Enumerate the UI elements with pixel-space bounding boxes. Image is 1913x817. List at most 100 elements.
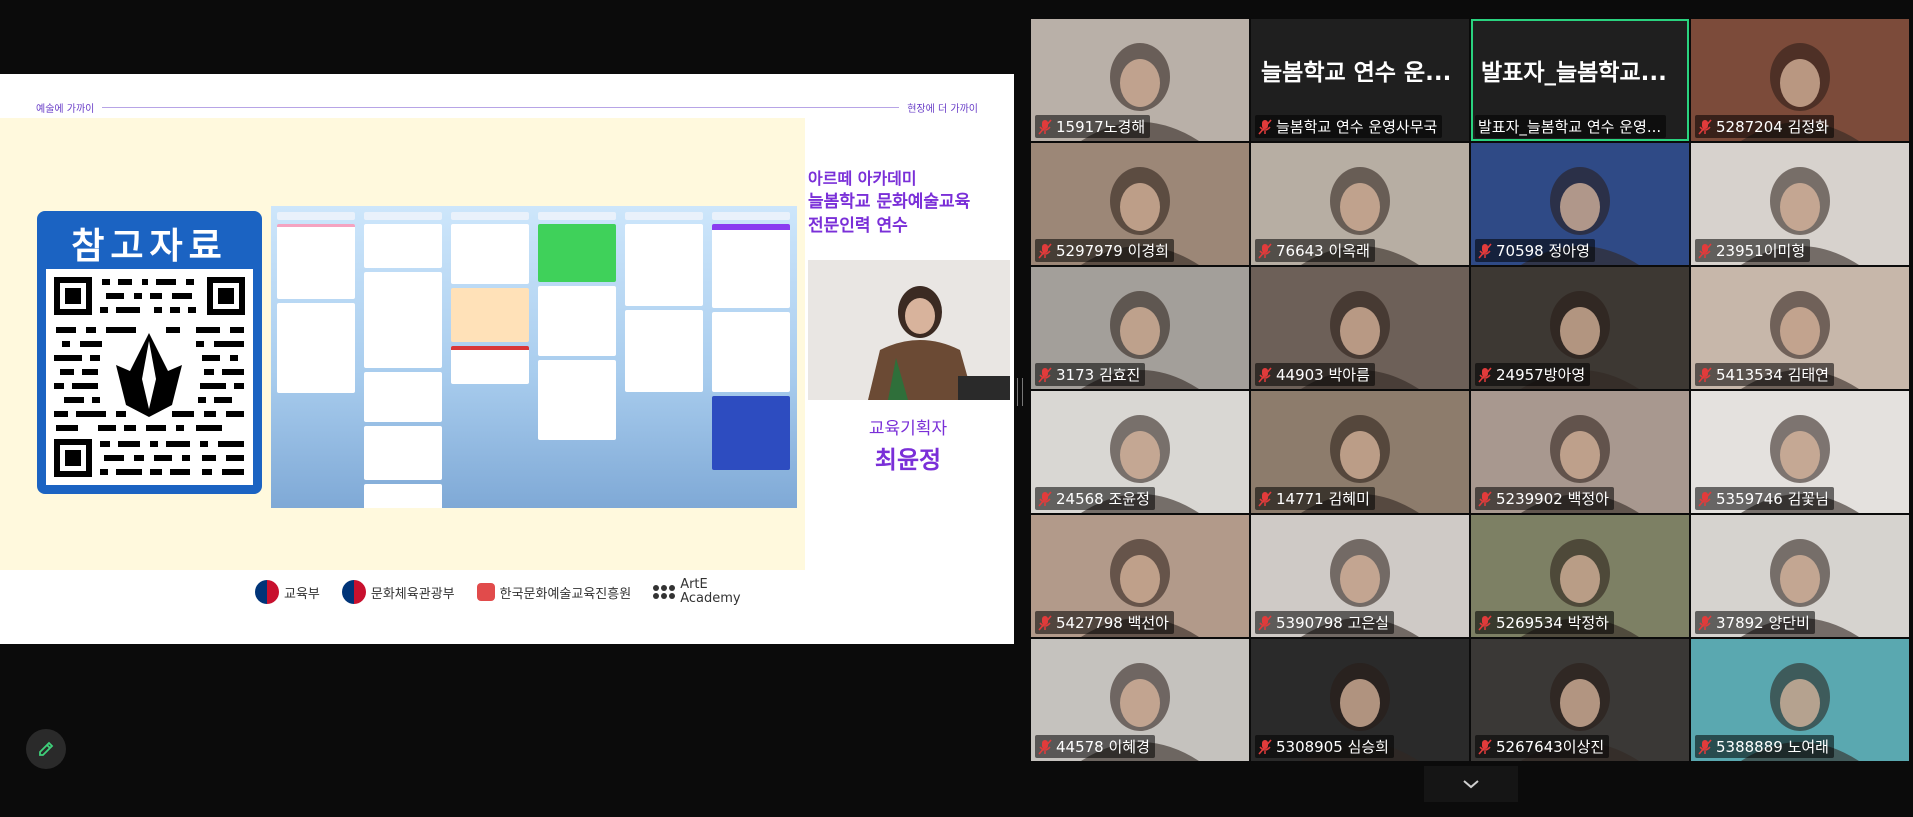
- mic-muted-icon: [1258, 738, 1272, 755]
- slide-top-divider: [102, 106, 900, 108]
- participant-tile[interactable]: 5390798 고은실: [1251, 515, 1469, 637]
- participant-label: 76643 이옥래: [1255, 239, 1375, 262]
- mic-muted-icon: [1478, 738, 1492, 755]
- qr-code: [46, 269, 253, 485]
- participant-name: 44903 박아름: [1276, 366, 1370, 384]
- pencil-icon: [39, 741, 54, 756]
- chevron-down-icon: [1463, 780, 1479, 789]
- participant-name-placeholder: 늘봄학교 연수 운...: [1261, 60, 1452, 86]
- annotate-button[interactable]: [26, 729, 66, 769]
- participant-label: 37892 양단비: [1695, 611, 1815, 634]
- padlet-board-screenshot: [271, 206, 797, 508]
- participant-label: 5269534 박정하: [1475, 611, 1614, 634]
- show-more-button[interactable]: [1424, 766, 1518, 802]
- participant-name: 5359746 김꽃님: [1716, 490, 1829, 508]
- arte-symbol-icon: [476, 583, 495, 601]
- participant-tile[interactable]: 44578 이혜경: [1031, 639, 1249, 761]
- participant-label: 23951이미형: [1695, 239, 1811, 262]
- participant-tile[interactable]: 5269534 박정하: [1471, 515, 1689, 637]
- participant-name: 5308905 심승희: [1276, 738, 1389, 756]
- participant-tile[interactable]: 발표자_늘봄학교... 발표자_늘봄학교 연수 운영...: [1471, 19, 1689, 141]
- participant-name: 24957방아영: [1496, 366, 1586, 384]
- participant-tile[interactable]: 5427798 백선아: [1031, 515, 1249, 637]
- participant-name: 76643 이옥래: [1276, 242, 1370, 260]
- participant-name: 5413534 김태연: [1716, 366, 1829, 384]
- participant-tile[interactable]: 5308905 심승희: [1251, 639, 1469, 761]
- participant-label: 5239902 백정아: [1475, 487, 1614, 510]
- participant-tile[interactable]: 5297979 이경희: [1031, 143, 1249, 265]
- participant-name: 24568 조윤정: [1056, 490, 1150, 508]
- participant-label: 5427798 백선아: [1035, 611, 1174, 634]
- participant-tile[interactable]: 14771 김혜미: [1251, 391, 1469, 513]
- reference-qr-card: 참고자료: [37, 211, 262, 494]
- participant-name: 5287204 김정화: [1716, 118, 1829, 136]
- course-heading-line1: 늘봄학교 문화예술교육: [808, 192, 971, 212]
- mic-muted-icon: [1478, 366, 1492, 383]
- slide-top-right-text: 현장에 더 가까이: [907, 103, 978, 115]
- mic-muted-icon: [1038, 118, 1052, 135]
- participant-label: 5413534 김태연: [1695, 363, 1834, 386]
- participant-tile[interactable]: 23951이미형: [1691, 143, 1909, 265]
- participant-name: 5269534 박정하: [1496, 614, 1609, 632]
- participant-tile[interactable]: 24957방아영: [1471, 267, 1689, 389]
- participant-tile[interactable]: 5359746 김꽃님: [1691, 391, 1909, 513]
- participant-label: 24957방아영: [1475, 363, 1591, 386]
- course-subtitle: 아르떼 아카데미: [808, 169, 917, 188]
- participant-name: 5427798 백선아: [1056, 614, 1169, 632]
- mic-muted-icon: [1698, 738, 1712, 755]
- padlet-column: [712, 212, 790, 474]
- speaker-name: 최윤정: [874, 446, 942, 474]
- participant-tile[interactable]: 늘봄학교 연수 운... 늘봄학교 연수 운영사무국: [1251, 19, 1469, 141]
- mic-muted-icon: [1258, 366, 1272, 383]
- participant-label: 5388889 노여래: [1695, 735, 1834, 758]
- mic-muted-icon: [1258, 242, 1272, 259]
- slide-top-bar: 예술에 가까이 현장에 더 가까이: [36, 100, 978, 115]
- mic-muted-icon: [1038, 738, 1052, 755]
- mic-muted-icon: [1478, 490, 1492, 507]
- participant-tile[interactable]: 37892 양단비: [1691, 515, 1909, 637]
- course-heading-line2: 전문인력 연수: [808, 216, 908, 236]
- participant-name: 15917노경해: [1056, 118, 1146, 136]
- mic-muted-icon: [1258, 118, 1272, 135]
- mic-muted-icon: [1038, 490, 1052, 507]
- participant-name: 23951이미형: [1716, 242, 1806, 260]
- participant-name: 발표자_늘봄학교 연수 운영...: [1478, 118, 1662, 136]
- mic-muted-icon: [1478, 614, 1492, 631]
- panel-resize-handle[interactable]: [1017, 378, 1023, 406]
- padlet-column: [277, 212, 355, 397]
- mic-muted-icon: [1478, 242, 1492, 259]
- participant-tile[interactable]: 3173 김효진: [1031, 267, 1249, 389]
- speaker-video: [808, 260, 1010, 400]
- participant-name: 70598 정아영: [1496, 242, 1590, 260]
- participant-label: 늘봄학교 연수 운영사무국: [1255, 115, 1443, 138]
- participant-tile[interactable]: 5388889 노여래: [1691, 639, 1909, 761]
- mic-muted-icon: [1038, 242, 1052, 259]
- participant-tile[interactable]: 5239902 백정아: [1471, 391, 1689, 513]
- padlet-column: [451, 212, 529, 388]
- participant-tile[interactable]: 15917노경해: [1031, 19, 1249, 141]
- shared-screen: 예술에 가까이 현장에 더 가까이 참고자료 아르떼 아카데미 늘봄학교 문화예…: [0, 74, 1014, 644]
- participant-tile[interactable]: 5413534 김태연: [1691, 267, 1909, 389]
- participant-tile[interactable]: 70598 정아영: [1471, 143, 1689, 265]
- mic-muted-icon: [1698, 366, 1712, 383]
- reference-title: 참고자료: [71, 226, 228, 267]
- sponsor-logos: 교육부 문화체육관광부 한국문화예술교육진흥원 ArtE Academy: [255, 578, 741, 606]
- mic-muted-icon: [1038, 614, 1052, 631]
- participant-tile[interactable]: 5287204 김정화: [1691, 19, 1909, 141]
- participant-label: 5359746 김꽃님: [1695, 487, 1834, 510]
- logo-mcst: 문화체육관광부: [341, 580, 455, 604]
- mic-muted-icon: [1698, 490, 1712, 507]
- participant-tile[interactable]: 44903 박아름: [1251, 267, 1469, 389]
- participant-label: 5267643이상진: [1475, 735, 1610, 758]
- participant-name: 5267643이상진: [1496, 738, 1605, 756]
- participant-label: 5308905 심승희: [1255, 735, 1394, 758]
- participant-name: 5388889 노여래: [1716, 738, 1829, 756]
- padlet-column: [538, 212, 616, 444]
- participant-tile[interactable]: 76643 이옥래: [1251, 143, 1469, 265]
- participant-name-placeholder: 발표자_늘봄학교...: [1481, 60, 1667, 86]
- participant-label: 5287204 김정화: [1695, 115, 1834, 138]
- participant-tile[interactable]: 24568 조윤정: [1031, 391, 1249, 513]
- participant-tile[interactable]: 5267643이상진: [1471, 639, 1689, 761]
- slide-top-left-text: 예술에 가까이: [36, 103, 95, 115]
- participant-name: 37892 양단비: [1716, 614, 1810, 632]
